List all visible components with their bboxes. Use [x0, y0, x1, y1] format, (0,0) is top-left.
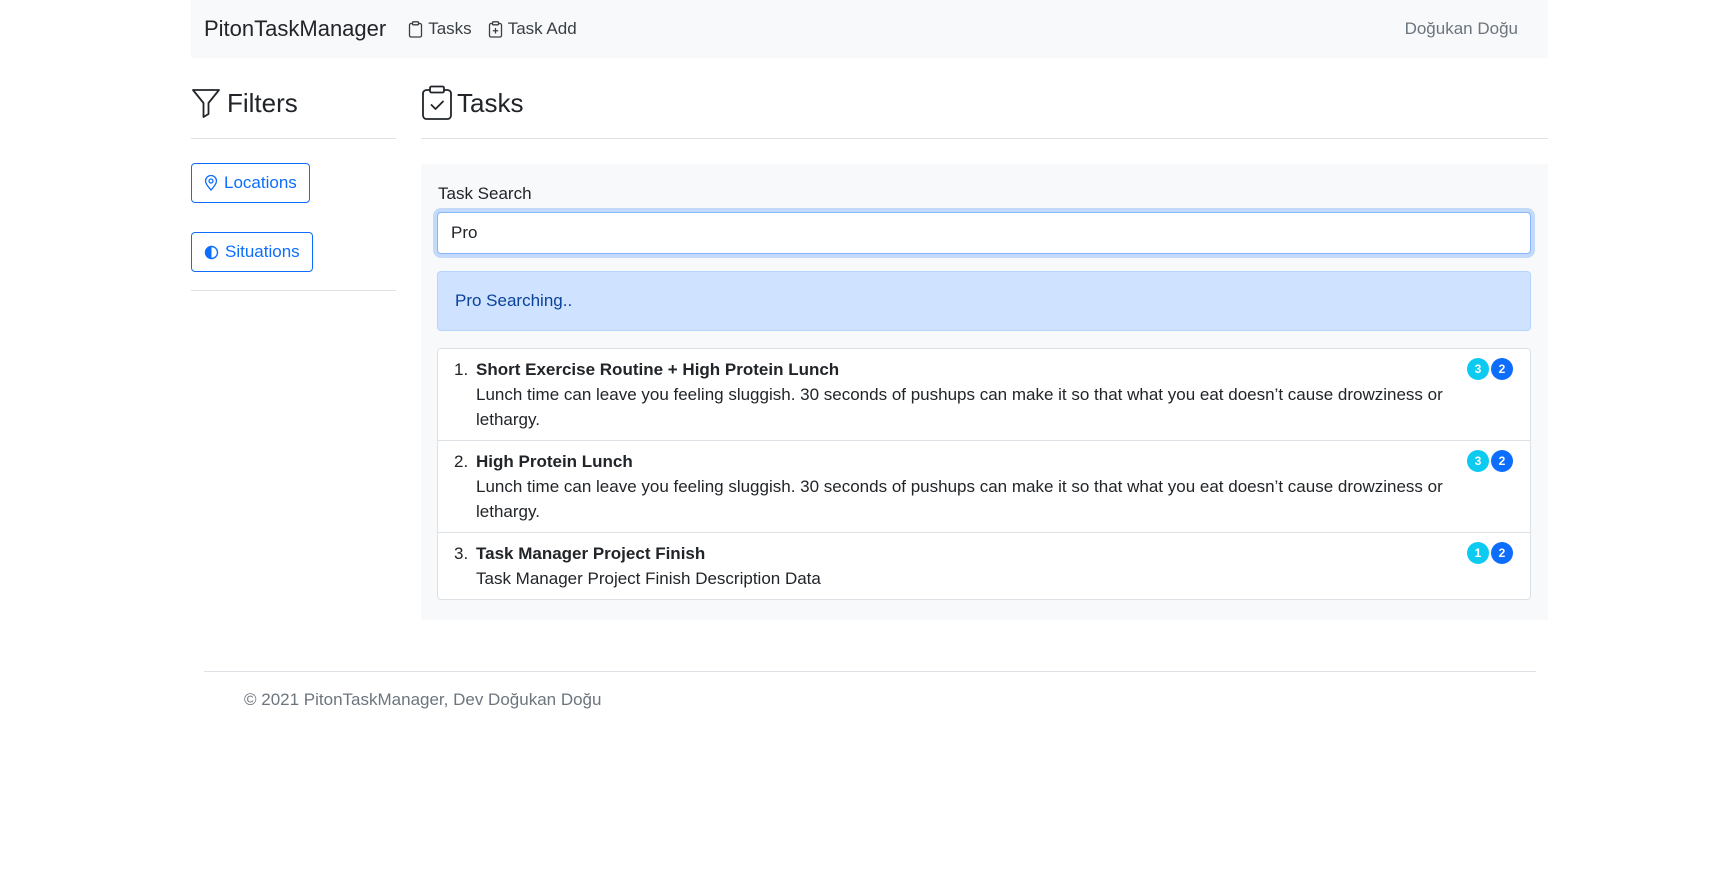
half-circle-icon [204, 245, 219, 259]
locations-button[interactable]: Locations [191, 163, 310, 203]
task-list-item[interactable]: 3. Task Manager Project Finish Task Mana… [438, 533, 1530, 599]
nav-link-tasks[interactable]: Tasks [408, 19, 472, 39]
filters-header: Filters [191, 84, 396, 122]
task-list-item[interactable]: 2. High Protein Lunch Lunch time can lea… [438, 441, 1530, 533]
task-list: 1. Short Exercise Routine + High Protein… [437, 348, 1531, 600]
task-description: Task Manager Project Finish Description … [476, 569, 821, 588]
top-navbar: PitonTaskManager Tasks Task Add Doğukan … [191, 0, 1548, 58]
task-number: 2. [454, 452, 469, 471]
search-status-alert: Pro Searching.. [437, 271, 1531, 331]
situations-button[interactable]: Situations [191, 232, 313, 272]
task-list-item[interactable]: 1. Short Exercise Routine + High Protein… [438, 349, 1530, 441]
task-description: Lunch time can leave you feeling sluggis… [476, 477, 1443, 521]
location-count-badge: 3 [1467, 358, 1489, 380]
task-title: Task Manager Project Finish [476, 544, 706, 563]
tasks-header: Tasks [421, 84, 1548, 122]
task-number: 3. [454, 544, 469, 563]
task-title: High Protein Lunch [476, 452, 633, 471]
task-description: Lunch time can leave you feeling sluggis… [476, 385, 1443, 429]
funnel-icon [192, 89, 220, 118]
nav-link-task-add-label: Task Add [507, 19, 577, 38]
task-badges: 3 2 [1467, 358, 1513, 380]
task-search-input[interactable] [437, 212, 1531, 254]
task-number: 1. [454, 360, 469, 379]
situation-count-badge: 2 [1491, 358, 1513, 380]
filters-title: Filters [227, 87, 298, 118]
situations-button-label: Situations [225, 242, 300, 261]
location-count-badge: 3 [1467, 450, 1489, 472]
divider [191, 290, 396, 291]
geo-pin-icon [204, 175, 218, 191]
tasks-title: Tasks [457, 87, 524, 118]
task-search-panel: Task Search Pro Searching.. 1. Short Exe… [421, 164, 1548, 620]
nav-link-task-add[interactable]: Task Add [488, 19, 577, 39]
divider [191, 138, 396, 139]
task-search-label: Task Search [438, 184, 532, 203]
footer-copyright: © 2021 PitonTaskManager, Dev Doğukan Doğ… [244, 690, 602, 709]
situation-count-badge: 2 [1491, 542, 1513, 564]
nav-link-tasks-label: Tasks [428, 19, 472, 38]
brand-link[interactable]: PitonTaskManager [204, 16, 386, 42]
locations-button-label: Locations [224, 173, 297, 192]
user-name-link[interactable]: Doğukan Doğu [1405, 19, 1518, 39]
situation-count-badge: 2 [1491, 450, 1513, 472]
task-badges: 1 2 [1467, 542, 1513, 564]
clipboard-plus-icon [488, 20, 502, 38]
divider [421, 138, 1548, 139]
location-count-badge: 1 [1467, 542, 1489, 564]
filters-sidebar: Filters Locations Situations [191, 84, 396, 291]
footer-divider [204, 671, 1536, 672]
tasks-section-header: Tasks [421, 84, 1548, 139]
task-title: Short Exercise Routine + High Protein Lu… [476, 360, 840, 379]
clipboard-check-icon [422, 85, 452, 120]
task-badges: 3 2 [1467, 450, 1513, 472]
clipboard-icon [409, 20, 423, 38]
